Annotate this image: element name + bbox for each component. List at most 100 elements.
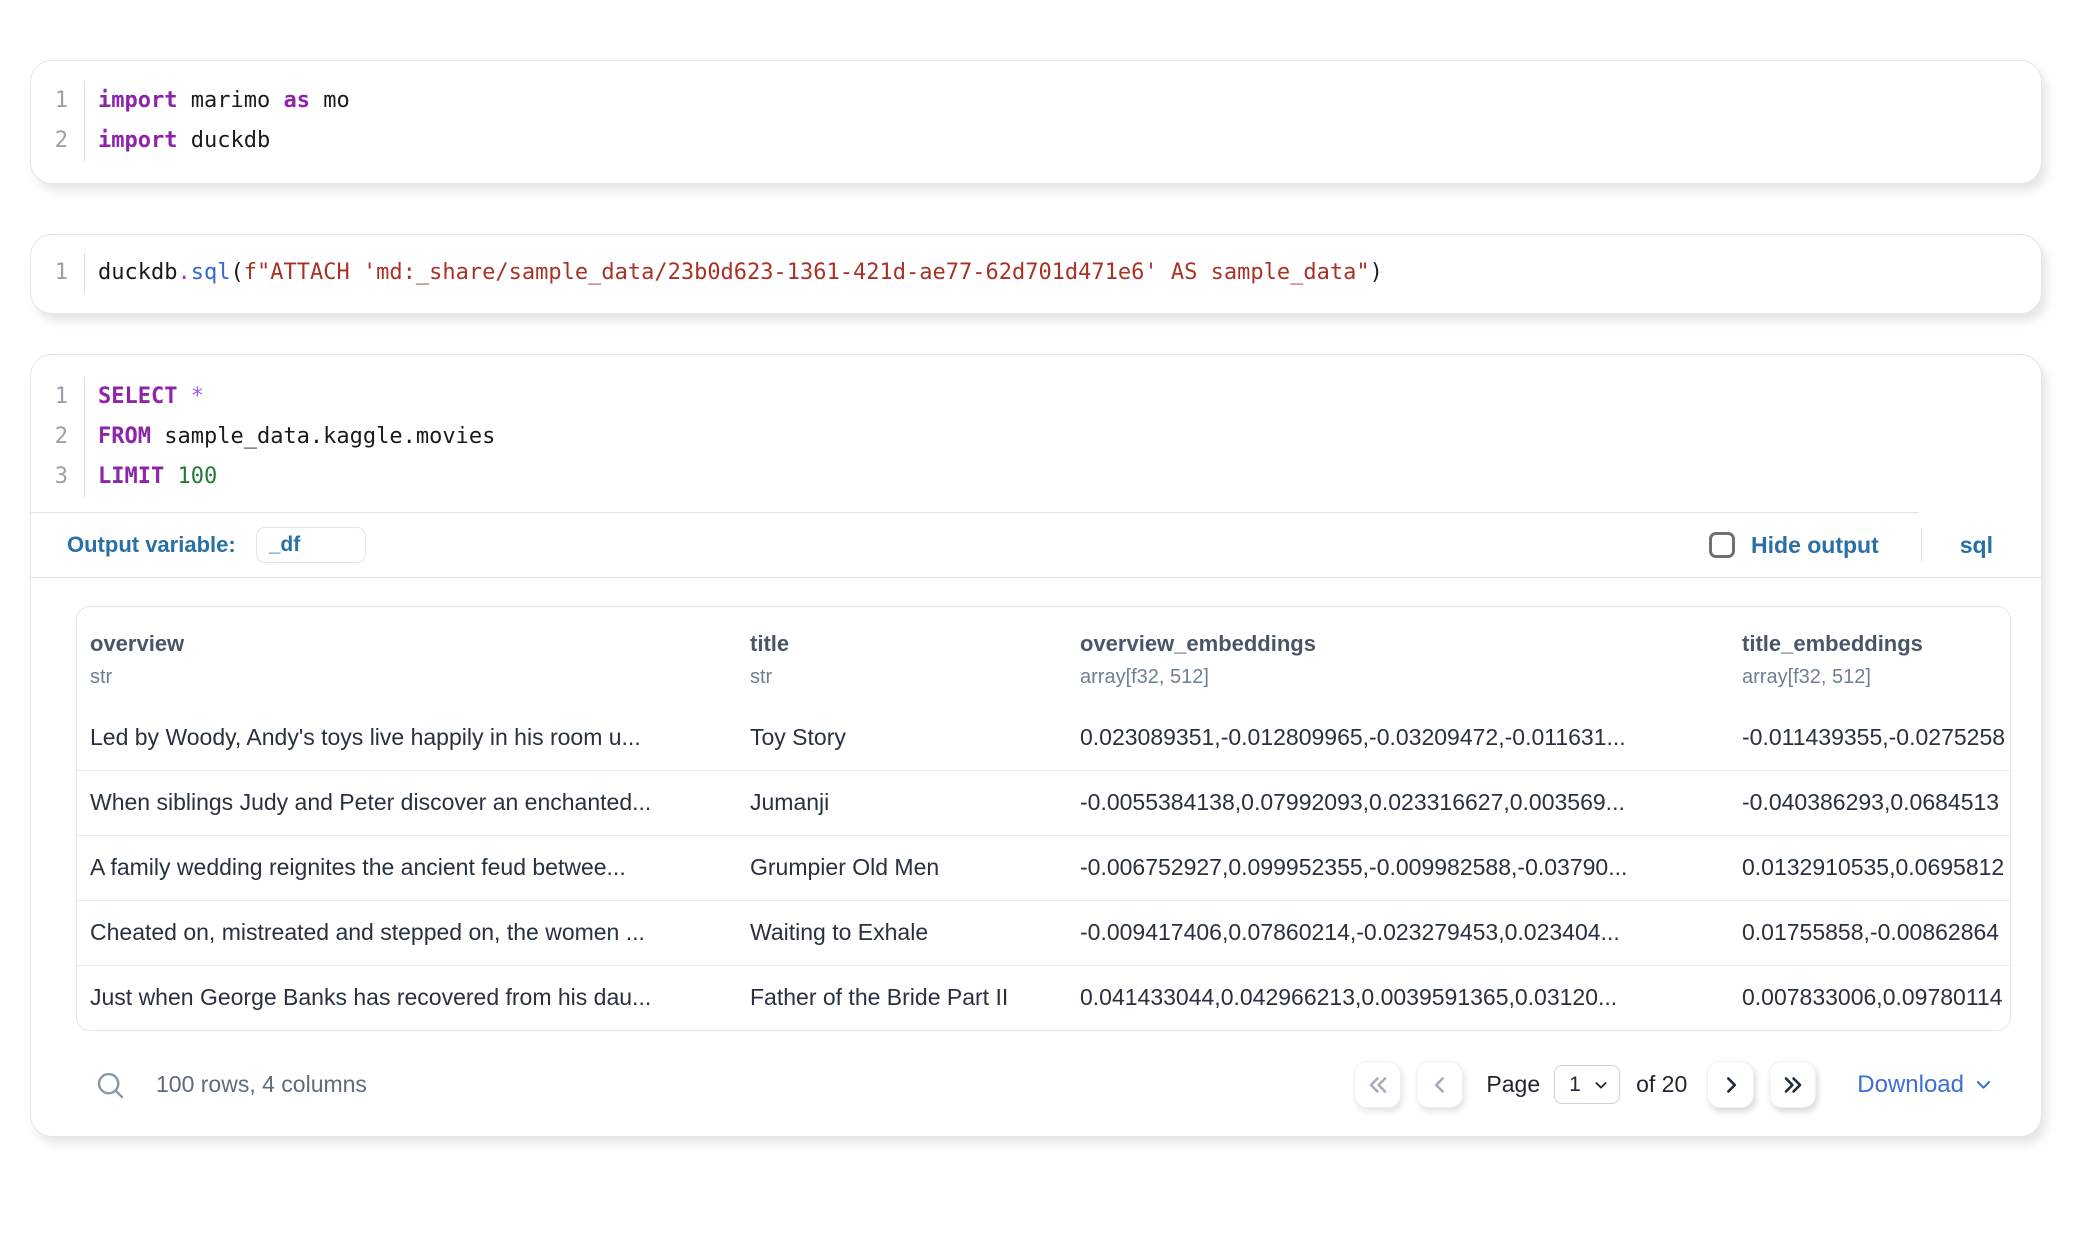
code-token: duckdb bbox=[98, 260, 177, 285]
chevron-left-icon bbox=[1427, 1072, 1453, 1098]
table-cell: 0.007833006,0.09780114 bbox=[1729, 965, 2011, 1030]
table-cell: -0.011439355,-0.0275258 bbox=[1729, 705, 2011, 770]
previous-page-button[interactable] bbox=[1416, 1061, 1463, 1108]
table-cell: -0.040386293,0.0684513 bbox=[1729, 770, 2011, 835]
code-token: import bbox=[98, 128, 177, 153]
table-cell: 0.023089351,-0.012809965,-0.03209472,-0.… bbox=[1067, 705, 1729, 770]
code-token: ( bbox=[230, 260, 243, 285]
table-row: Just when George Banks has recovered fro… bbox=[77, 965, 2011, 1030]
column-header[interactable]: title str bbox=[737, 607, 1067, 705]
output-variable-label: Output variable: bbox=[67, 532, 236, 558]
table-body: Led by Woody, Andy's toys live happily i… bbox=[77, 705, 2011, 1030]
table-cell: Just when George Banks has recovered fro… bbox=[77, 965, 737, 1030]
first-page-button[interactable] bbox=[1354, 1061, 1401, 1108]
code-token: . bbox=[177, 260, 190, 285]
code-token bbox=[164, 464, 177, 489]
next-page-button[interactable] bbox=[1707, 1061, 1754, 1108]
table-cell: -0.009417406,0.07860214,-0.023279453,0.0… bbox=[1067, 900, 1729, 965]
table-cell: Cheated on, mistreated and stepped on, t… bbox=[77, 900, 737, 965]
table-cell: Led by Woody, Andy's toys live happily i… bbox=[77, 705, 737, 770]
code-text: import duckdb bbox=[85, 121, 270, 161]
table-row: When siblings Judy and Peter discover an… bbox=[77, 770, 2011, 835]
sql-editor[interactable]: 1 SELECT * 2FROM sample_data.kaggle.movies… bbox=[31, 377, 2041, 497]
table-cell: A family wedding reignites the ancient f… bbox=[77, 835, 737, 900]
code-token: duckdb bbox=[177, 128, 270, 153]
search-icon[interactable] bbox=[94, 1069, 126, 1101]
code-token: marimo bbox=[177, 88, 283, 113]
code-text: duckdb.sql(f"ATTACH 'md:_share/sample_da… bbox=[85, 253, 1383, 293]
code-token: * bbox=[191, 384, 204, 409]
chevron-down-icon bbox=[1974, 1075, 1993, 1094]
chevrons-right-icon bbox=[1780, 1072, 1806, 1098]
table-cell: Father of the Bride Part II bbox=[737, 965, 1067, 1030]
line-number: 1 bbox=[31, 81, 85, 121]
line-number: 3 bbox=[31, 457, 85, 497]
column-header[interactable]: title_embeddings array[f32, 512] bbox=[1729, 607, 2011, 705]
page-select-value: 1 bbox=[1569, 1073, 1581, 1097]
code-line: 2import duckdb bbox=[31, 121, 2041, 161]
table-cell: Jumanji bbox=[737, 770, 1067, 835]
hide-output-checkbox[interactable] bbox=[1709, 532, 1735, 558]
language-toggle-sql[interactable]: sql bbox=[1960, 532, 1993, 559]
code-token: LIMIT bbox=[98, 464, 164, 489]
table-cell: 0.01755858,-0.00862864 bbox=[1729, 900, 2011, 965]
table-cell: 0.041433044,0.042966213,0.0039591365,0.0… bbox=[1067, 965, 1729, 1030]
column-dtype: array[f32, 512] bbox=[1080, 666, 1721, 689]
chevrons-left-icon bbox=[1365, 1072, 1391, 1098]
code-token bbox=[177, 384, 190, 409]
code-line: 1 import marimo as mo bbox=[31, 81, 2041, 121]
dataframe-table-card: overviewstr title str overview_embeddingsar… bbox=[76, 606, 2011, 1031]
table-cell: -0.0055384138,0.07992093,0.023316627,0.0… bbox=[1067, 770, 1729, 835]
line-number: 2 bbox=[31, 417, 85, 457]
column-name: title bbox=[750, 631, 1059, 657]
table-header: overviewstr title str overview_embeddingsar… bbox=[77, 607, 2011, 705]
hide-output-label[interactable]: Hide output bbox=[1751, 532, 1879, 559]
column-header[interactable]: overview_embeddingsarray[f32, 512] bbox=[1067, 607, 1729, 705]
pagination: Page 1 of 20 bbox=[1354, 1061, 2011, 1108]
code-token: mo bbox=[310, 88, 350, 113]
chevron-right-icon bbox=[1718, 1072, 1744, 1098]
table-cell: When siblings Judy and Peter discover an… bbox=[77, 770, 737, 835]
line-number: 1 bbox=[31, 377, 85, 417]
code-text: FROM sample_data.kaggle.movies bbox=[85, 417, 495, 457]
duckdb-attach-cell: 1duckdb.sql(f"ATTACH 'md:_share/sample_d… bbox=[30, 234, 2042, 314]
table-row: Cheated on, mistreated and stepped on, t… bbox=[77, 900, 2011, 965]
download-label: Download bbox=[1857, 1071, 1964, 1099]
column-dtype: array[f32, 512] bbox=[1742, 666, 2004, 689]
code-text: LIMIT 100 bbox=[85, 457, 217, 497]
output-variable-bar: Output variable: Hide output sql bbox=[31, 513, 2041, 577]
table-row: Led by Woody, Andy's toys live happily i… bbox=[77, 705, 2011, 770]
table-cell: 0.0132910535,0.0695812 bbox=[1729, 835, 2011, 900]
column-header[interactable]: overviewstr bbox=[77, 607, 737, 705]
code-token: sql bbox=[191, 260, 231, 285]
column-name: title_embeddings bbox=[1742, 631, 2004, 657]
download-button[interactable]: Download bbox=[1857, 1071, 1993, 1099]
code-token: import bbox=[98, 88, 177, 113]
code-token: f"ATTACH 'md:_share/sample_data/23b0d623… bbox=[244, 260, 1370, 285]
column-dtype: str bbox=[90, 666, 729, 689]
dataframe-table: overviewstr title str overview_embeddingsar… bbox=[77, 607, 2011, 1030]
table-cell: -0.006752927,0.099952355,-0.009982588,-0… bbox=[1067, 835, 1729, 900]
code-line: 1 SELECT * bbox=[31, 377, 2041, 417]
table-footer: 100 rows, 4 columns Page 1 bbox=[76, 1061, 2011, 1136]
column-dtype: str bbox=[750, 666, 1059, 689]
python-import-cell: 1import marimo as mo2import duckdb bbox=[30, 60, 2042, 184]
code-editor[interactable]: 1duckdb.sql(f"ATTACH 'md:_share/sample_d… bbox=[31, 253, 2041, 293]
table-cell: Grumpier Old Men bbox=[737, 835, 1067, 900]
output-bar-divider bbox=[31, 577, 2041, 578]
table-cell: Waiting to Exhale bbox=[737, 900, 1067, 965]
chevron-down-icon bbox=[1593, 1077, 1609, 1093]
code-editor[interactable]: 1import marimo as mo2import duckdb bbox=[31, 81, 2041, 161]
code-token: ) bbox=[1370, 260, 1383, 285]
row-count-summary: 100 rows, 4 columns bbox=[156, 1071, 367, 1098]
code-line: 3LIMIT 100 bbox=[31, 457, 2041, 497]
code-token: FROM bbox=[98, 424, 151, 449]
code-token: as bbox=[283, 88, 310, 113]
output-variable-input[interactable] bbox=[256, 527, 366, 563]
line-number: 1 bbox=[31, 253, 85, 293]
line-number: 2 bbox=[31, 121, 85, 161]
table-cell: Toy Story bbox=[737, 705, 1067, 770]
page-select[interactable]: 1 bbox=[1554, 1065, 1620, 1104]
code-token: SELECT bbox=[98, 384, 177, 409]
last-page-button[interactable] bbox=[1769, 1061, 1816, 1108]
